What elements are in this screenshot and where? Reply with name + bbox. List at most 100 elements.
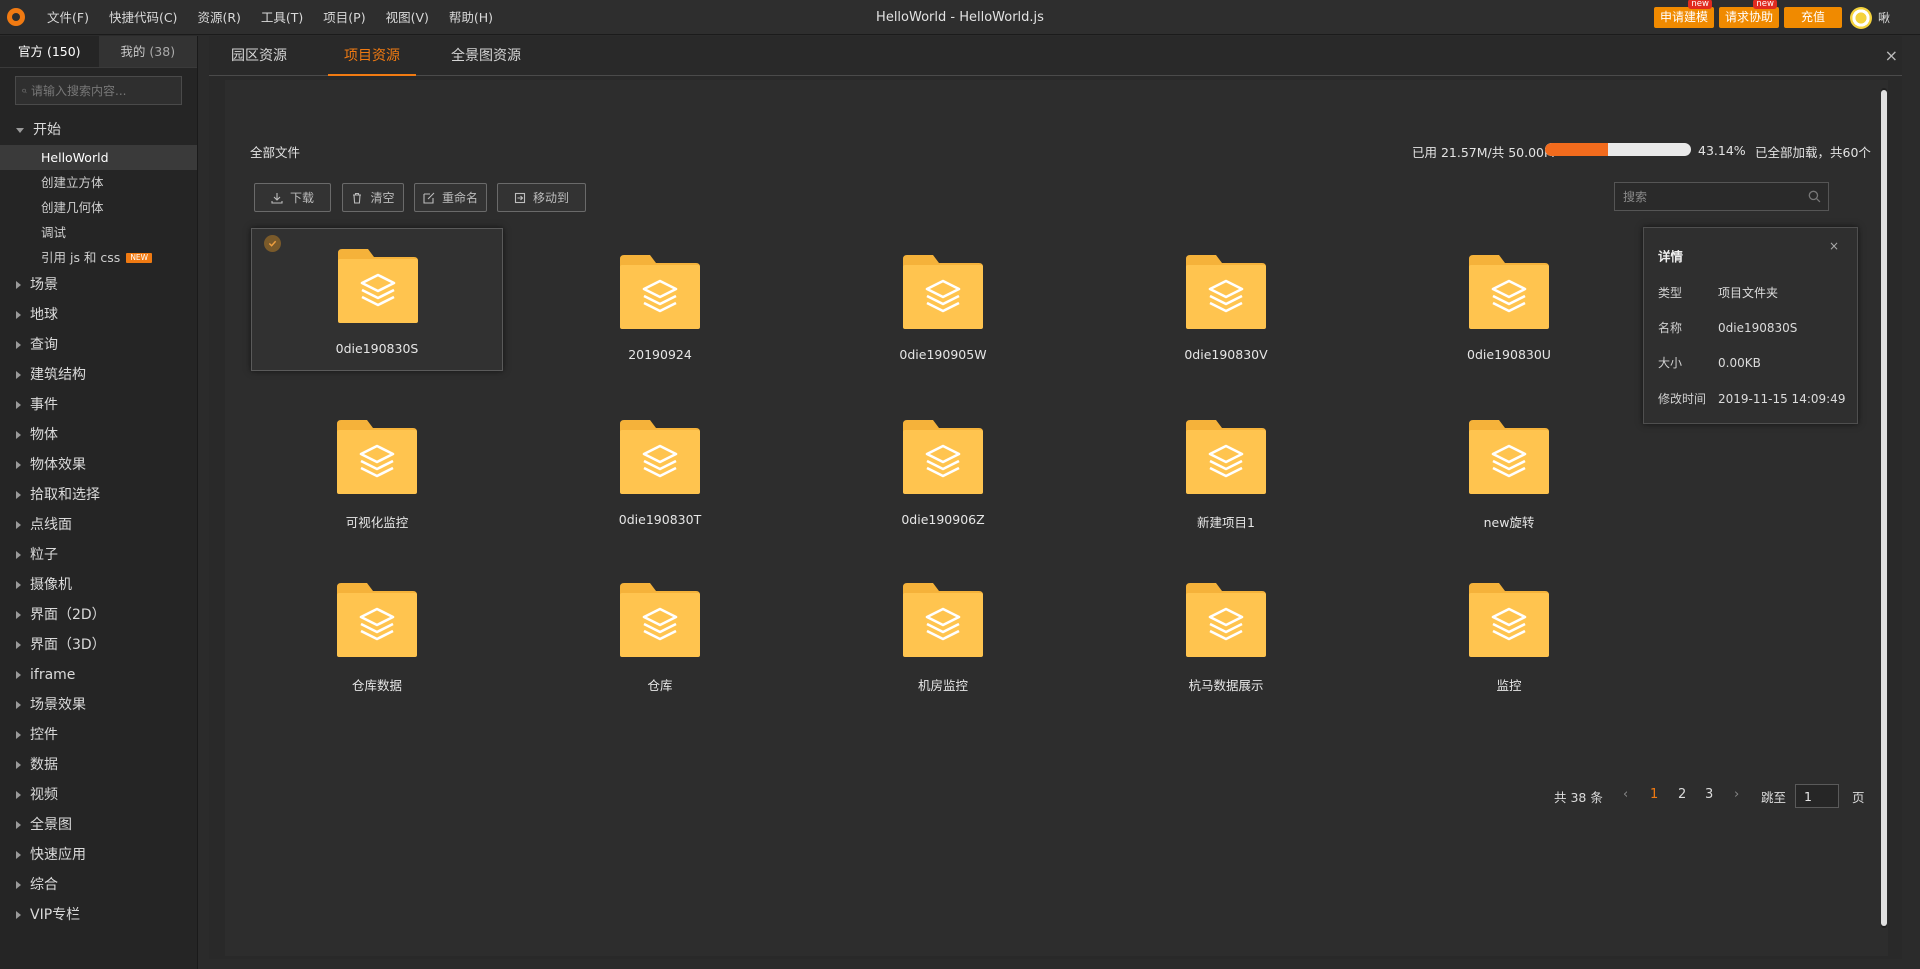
menu-resources[interactable]: 资源(R) xyxy=(187,0,250,35)
breadcrumb[interactable]: 全部文件 xyxy=(250,142,300,161)
tab-mine[interactable]: 我的 (38) xyxy=(98,36,197,67)
search-icon[interactable] xyxy=(1808,190,1821,203)
sub-item-create-geometry[interactable]: 创建几何体 xyxy=(0,195,197,220)
file-item[interactable]: 20190924 xyxy=(534,228,786,371)
category-item[interactable]: 快速应用 xyxy=(0,840,197,870)
chevron-left-icon[interactable]: ‹ xyxy=(1623,787,1628,802)
close-icon[interactable]: × xyxy=(1885,46,1898,65)
file-item[interactable]: 机房监控 xyxy=(817,556,1069,699)
category-item[interactable]: 物体 xyxy=(0,420,197,450)
file-item[interactable]: 0die190906Z xyxy=(817,393,1069,536)
menu-project[interactable]: 项目(P) xyxy=(313,0,375,35)
category-label: 数据 xyxy=(30,757,58,773)
category-item[interactable]: 拾取和选择 xyxy=(0,480,197,510)
sub-item-import-js-css[interactable]: 引用 js 和 css NEW xyxy=(0,245,197,270)
file-item[interactable]: new旋转 xyxy=(1383,393,1635,536)
pagination-total: 共 38 条 xyxy=(1554,790,1603,805)
menu-tools[interactable]: 工具(T) xyxy=(251,0,313,35)
title-bar: 文件(F) 快捷代码(C) 资源(R) 工具(T) 项目(P) 视图(V) 帮助… xyxy=(0,0,1920,35)
move-to-button[interactable]: 移动到 xyxy=(497,183,586,212)
category-item[interactable]: 物体效果 xyxy=(0,450,197,480)
category-item[interactable]: 场景效果 xyxy=(0,690,197,720)
menu-bar: 文件(F) 快捷代码(C) 资源(R) 工具(T) 项目(P) 视图(V) 帮助… xyxy=(37,0,503,35)
file-item[interactable]: 0die190830S xyxy=(251,228,503,371)
file-item[interactable]: 0die190830U xyxy=(1383,228,1635,371)
category-item[interactable]: 界面（2D） xyxy=(0,600,197,630)
file-name: new旋转 xyxy=(1483,515,1535,530)
sub-item-debug[interactable]: 调试 xyxy=(0,220,197,245)
menu-file[interactable]: 文件(F) xyxy=(37,0,99,35)
tab-project-resources[interactable]: 项目资源 xyxy=(328,36,416,76)
category-item[interactable]: 点线面 xyxy=(0,510,197,540)
user-name[interactable]: 啾 xyxy=(1878,9,1890,26)
file-item[interactable]: 杭马数据展示 xyxy=(1100,556,1352,699)
category-item[interactable]: 数据 xyxy=(0,750,197,780)
category-item[interactable]: 全景图 xyxy=(0,810,197,840)
page-2[interactable]: 2 xyxy=(1678,787,1686,802)
category-item[interactable]: 地球 xyxy=(0,300,197,330)
page-1[interactable]: 1 xyxy=(1650,787,1658,802)
file-item[interactable]: 0die190830T xyxy=(534,393,786,536)
sub-item-create-cube[interactable]: 创建立方体 xyxy=(0,170,197,195)
recharge-button[interactable]: 充值 xyxy=(1783,7,1842,28)
category-item[interactable]: 视频 xyxy=(0,780,197,810)
detail-title: 详情 xyxy=(1658,249,1684,264)
detail-row-modified: 修改时间 2019-11-15 14:09:49 xyxy=(1658,390,1845,407)
category-item[interactable]: 综合 xyxy=(0,870,197,900)
avatar[interactable] xyxy=(1849,6,1872,29)
chevron-right-icon[interactable]: › xyxy=(1734,787,1739,802)
file-item[interactable]: 0die190905W xyxy=(817,228,1069,371)
tab-panorama-resources[interactable]: 全景图资源 xyxy=(449,36,523,76)
file-item[interactable]: 监控 xyxy=(1383,556,1635,699)
download-button[interactable]: 下载 xyxy=(254,183,331,212)
sub-item-helloworld[interactable]: HelloWorld xyxy=(0,145,197,170)
file-name: 0die190830S xyxy=(335,341,419,356)
file-search-input[interactable] xyxy=(1623,189,1803,204)
trash-icon xyxy=(353,192,362,204)
page-3[interactable]: 3 xyxy=(1705,787,1713,802)
file-item[interactable]: 可视化监控 xyxy=(251,393,503,536)
category-start[interactable]: 开始 xyxy=(0,115,197,145)
menu-shortcut-code[interactable]: 快捷代码(C) xyxy=(99,0,187,35)
menu-help[interactable]: 帮助(H) xyxy=(439,0,503,35)
scrollbar[interactable] xyxy=(1881,88,1887,928)
file-name: 0die190830U xyxy=(1467,347,1551,362)
rename-button[interactable]: 重命名 xyxy=(414,183,487,212)
sidebar-search-input[interactable] xyxy=(31,83,181,98)
category-item[interactable]: iframe xyxy=(0,660,197,690)
tab-official[interactable]: 官方 (150) xyxy=(0,36,99,67)
category-item[interactable]: 建筑结构 xyxy=(0,360,197,390)
category-item[interactable]: VIP专栏 xyxy=(0,900,197,930)
tab-mine-label: 我的 xyxy=(120,44,146,59)
file-name: 可视化监控 xyxy=(345,515,409,530)
close-icon[interactable]: × xyxy=(1829,239,1839,253)
file-item[interactable]: 仓库 xyxy=(534,556,786,699)
check-icon[interactable] xyxy=(264,235,281,252)
sidebar-search[interactable] xyxy=(15,76,182,105)
category-item[interactable]: 事件 xyxy=(0,390,197,420)
category-item[interactable]: 场景 xyxy=(0,270,197,300)
category-item[interactable]: 摄像机 xyxy=(0,570,197,600)
file-item[interactable]: 0die190830V xyxy=(1100,228,1352,371)
file-item[interactable]: 仓库数据 xyxy=(251,556,503,699)
file-search[interactable] xyxy=(1614,182,1829,211)
category-item[interactable]: 控件 xyxy=(0,720,197,750)
search-icon xyxy=(22,88,27,93)
category-item[interactable]: 界面（3D） xyxy=(0,630,197,660)
folder-icon xyxy=(337,420,417,494)
jump-label: 跳至 xyxy=(1761,790,1787,805)
tab-park-resources[interactable]: 园区资源 xyxy=(227,36,291,76)
folder-icon xyxy=(620,255,700,329)
request-help-button[interactable]: 请求协助 new xyxy=(1718,0,1779,28)
category-label: 物体效果 xyxy=(30,457,86,473)
apply-model-button[interactable]: 申请建模 new xyxy=(1653,0,1714,28)
scrollbar-thumb[interactable] xyxy=(1881,90,1887,926)
category-item[interactable]: 粒子 xyxy=(0,540,197,570)
new-tag: new xyxy=(1753,0,1777,9)
download-icon xyxy=(271,192,283,204)
file-item[interactable]: 新建项目1 xyxy=(1100,393,1352,536)
category-item[interactable]: 查询 xyxy=(0,330,197,360)
menu-view[interactable]: 视图(V) xyxy=(376,0,439,35)
clear-button[interactable]: 清空 xyxy=(342,183,404,212)
jump-page-input[interactable] xyxy=(1795,784,1839,808)
